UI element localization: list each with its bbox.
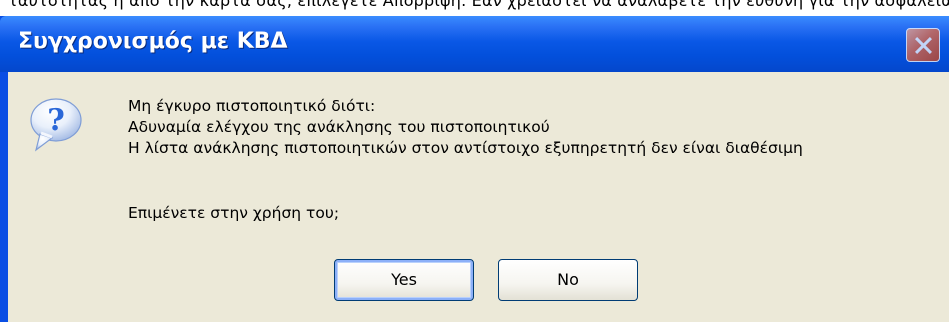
dialog-window: Συγχρονισμός με ΚΒΔ ? Μη έγκυρο πιστοποι… bbox=[0, 16, 949, 322]
message-line: Μη έγκυρο πιστοποιητικό διότι: bbox=[128, 97, 376, 115]
yes-button[interactable]: Yes bbox=[334, 259, 474, 301]
close-icon[interactable] bbox=[906, 28, 940, 62]
question-icon: ? bbox=[26, 96, 84, 154]
background-window-strip: ταυτότητας ή από την κάρτα σας, επιλέγετ… bbox=[0, 0, 949, 16]
background-text: ταυτότητας ή από την κάρτα σας, επιλέγετ… bbox=[8, 0, 949, 10]
dialog-title: Συγχρονισμός με ΚΒΔ bbox=[18, 29, 288, 54]
dialog-question: Επιμένετε στην χρήση του; bbox=[128, 204, 340, 222]
svg-text:?: ? bbox=[47, 103, 65, 138]
title-bar[interactable]: Συγχρονισμός με ΚΒΔ bbox=[0, 16, 949, 72]
message-line: Αδυναμία ελέγχου της ανάκλησης του πιστο… bbox=[128, 118, 550, 136]
message-line: Η λίστα ανάκλησης πιστοποιητικών στον αν… bbox=[128, 139, 803, 157]
dialog-message: Μη έγκυρο πιστοποιητικό διότι: Αδυναμία … bbox=[128, 96, 803, 159]
dialog-body: ? Μη έγκυρο πιστοποιητικό διότι: Αδυναμί… bbox=[8, 72, 949, 322]
no-button[interactable]: No bbox=[498, 259, 638, 301]
